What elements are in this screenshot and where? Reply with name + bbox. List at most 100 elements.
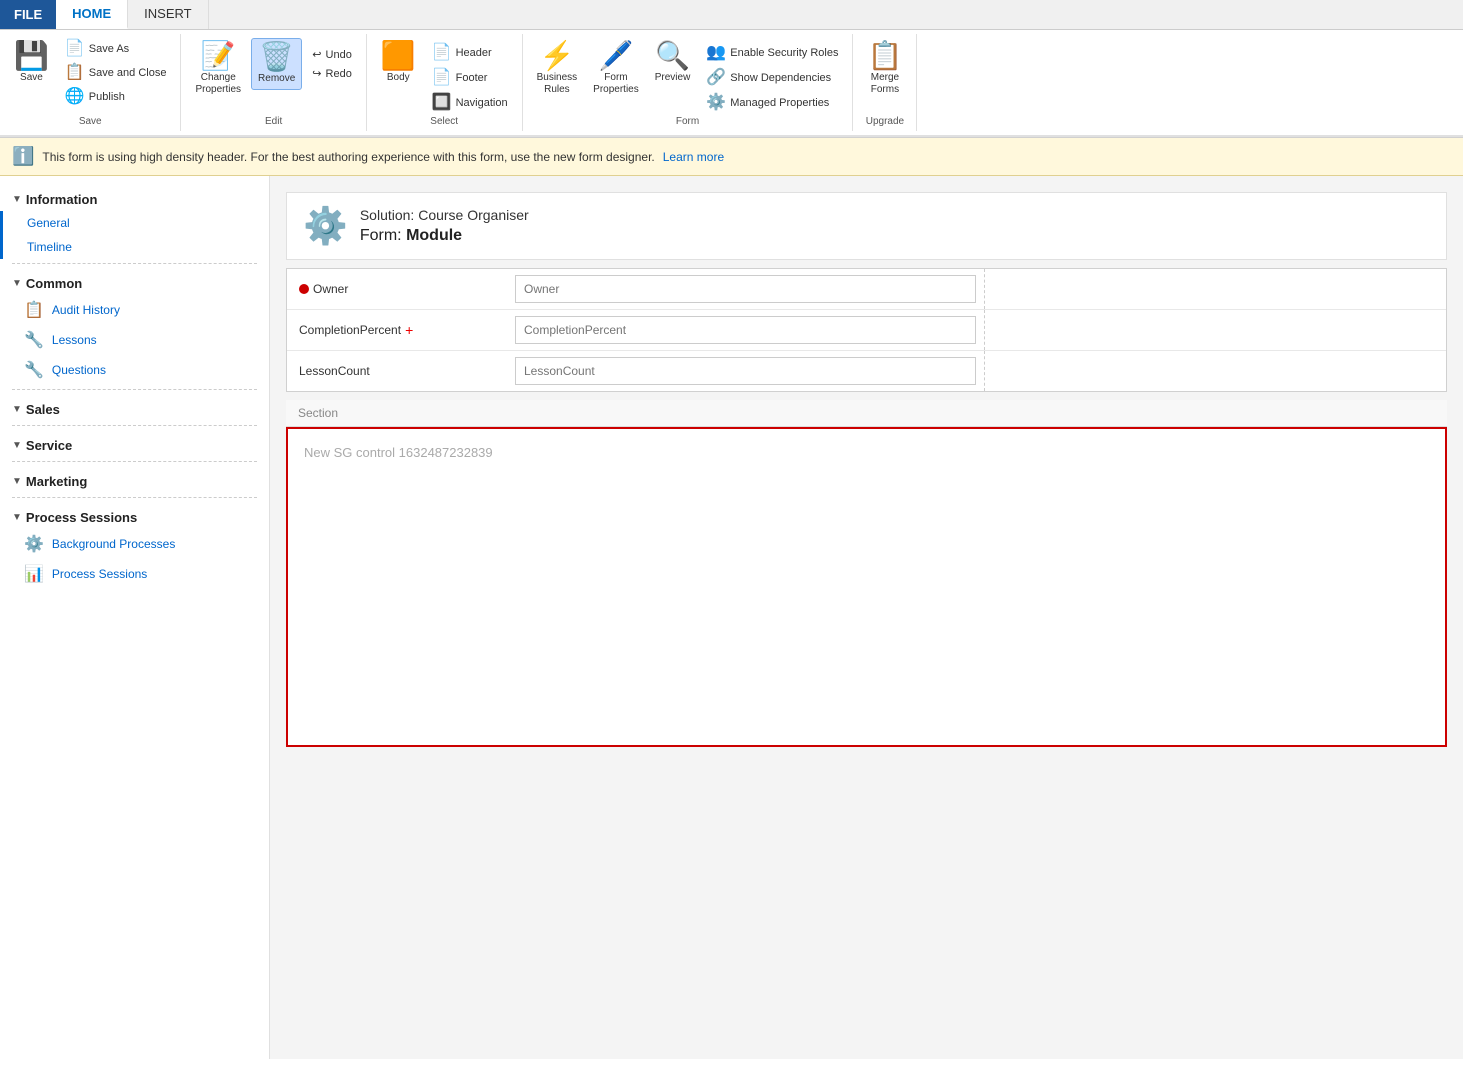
footer-button[interactable]: 📄 Footer xyxy=(426,67,514,89)
lesson-count-right xyxy=(984,351,1446,391)
show-dependencies-label: Show Dependencies xyxy=(730,72,831,84)
managed-properties-label: Managed Properties xyxy=(730,97,829,109)
form-name-title: Form: Module xyxy=(360,227,529,245)
info-bar: ℹ️ This form is using high density heade… xyxy=(0,138,1463,176)
background-processes-label: Background Processes xyxy=(52,537,175,551)
edit-group: 📝 Change Properties 🗑️ Remove ↩ Undo ↪ R… xyxy=(181,34,366,131)
redo-button[interactable]: ↪ Redo xyxy=(306,65,358,82)
section-label: Section xyxy=(298,406,338,420)
collapse-marketing-icon[interactable]: ▼ xyxy=(12,476,22,487)
redo-icon: ↪ xyxy=(312,67,321,80)
show-dependencies-button[interactable]: 🔗 Show Dependencies xyxy=(700,67,844,89)
form-properties-button[interactable]: 🖊️ Form Properties xyxy=(587,38,645,100)
remove-label: Remove xyxy=(258,73,295,85)
completion-percent-right xyxy=(984,310,1446,350)
sg-control-box[interactable]: New SG control 1632487232839 xyxy=(286,427,1447,747)
table-row: CompletionPercent + xyxy=(287,310,1446,351)
sidebar-item-general[interactable]: General xyxy=(0,211,269,235)
sidebar-section-common-label: Common xyxy=(26,276,82,291)
navigation-button[interactable]: 🔲 Navigation xyxy=(426,92,514,114)
save-group: 💾 Save 📄 Save As 📋 Save and Close 🌐 Publ… xyxy=(0,34,181,131)
lesson-count-field xyxy=(507,351,984,391)
file-tab[interactable]: FILE xyxy=(0,0,56,29)
sidebar-item-lessons[interactable]: 🔧 Lessons xyxy=(0,325,269,355)
remove-icon: 🗑️ xyxy=(259,43,294,71)
lessons-icon: 🔧 xyxy=(24,330,44,350)
process-sessions-label: Process Sessions xyxy=(52,567,147,581)
change-properties-label: Change Properties xyxy=(195,72,241,96)
collapse-process-icon[interactable]: ▼ xyxy=(12,512,22,523)
enable-security-button[interactable]: 👥 Enable Security Roles xyxy=(700,42,844,64)
completion-percent-field xyxy=(507,310,984,350)
sidebar-section-process-sessions: ▼ Process Sessions xyxy=(0,502,269,529)
preview-button[interactable]: 🔍 Preview xyxy=(649,38,697,88)
sidebar-item-background-processes[interactable]: ⚙️ Background Processes xyxy=(0,529,269,559)
publish-button[interactable]: 🌐 Publish xyxy=(59,86,173,108)
edit-group-label: Edit xyxy=(189,114,357,127)
publish-label: Publish xyxy=(89,91,125,103)
owner-input[interactable] xyxy=(515,275,976,303)
redo-label: Redo xyxy=(326,68,352,80)
general-label: General xyxy=(27,216,70,230)
managed-properties-button[interactable]: ⚙️ Managed Properties xyxy=(700,92,844,114)
section-label-bar: Section xyxy=(286,400,1447,427)
sidebar-section-information-label: Information xyxy=(26,192,98,207)
background-processes-icon: ⚙️ xyxy=(24,534,44,554)
navigation-icon: 🔲 xyxy=(432,95,452,111)
sidebar-item-timeline[interactable]: Timeline xyxy=(0,235,269,259)
lesson-count-input[interactable] xyxy=(515,357,976,385)
select-group-label: Select xyxy=(375,114,514,127)
remove-button[interactable]: 🗑️ Remove xyxy=(251,38,302,90)
form-fields-section: Owner CompletionPercent + xyxy=(286,268,1447,392)
change-properties-button[interactable]: 📝 Change Properties xyxy=(189,38,247,100)
save-close-label: Save and Close xyxy=(89,67,167,79)
show-dependencies-icon: 🔗 xyxy=(706,70,726,86)
form-group-label: Form xyxy=(531,114,845,127)
save-button[interactable]: 💾 Save xyxy=(8,38,55,88)
sidebar-section-common: ▼ Common xyxy=(0,268,269,295)
body-label: Body xyxy=(387,72,410,84)
sidebar-item-questions[interactable]: 🔧 Questions xyxy=(0,355,269,385)
sidebar-section-marketing-label: Marketing xyxy=(26,474,87,489)
merge-forms-icon: 📋 xyxy=(867,42,902,70)
info-message: This form is using high density header. … xyxy=(42,150,654,164)
collapse-sales-icon[interactable]: ▼ xyxy=(12,404,22,415)
collapse-information-icon[interactable]: ▼ xyxy=(12,194,22,205)
merge-forms-button[interactable]: 📋 Merge Forms xyxy=(861,38,908,100)
owner-label: Owner xyxy=(287,269,507,309)
enable-security-icon: 👥 xyxy=(706,45,726,61)
enable-security-label: Enable Security Roles xyxy=(730,47,838,59)
body-button[interactable]: 🟧 Body xyxy=(375,38,422,88)
sidebar: ▼ Information General Timeline ▼ Common … xyxy=(0,176,270,1059)
form-properties-icon: 🖊️ xyxy=(599,42,634,70)
business-rules-button[interactable]: ⚡ Business Rules xyxy=(531,38,584,100)
owner-right-field xyxy=(984,269,1446,309)
save-as-button[interactable]: 📄 Save As xyxy=(59,38,173,60)
business-rules-label: Business Rules xyxy=(537,72,578,96)
sg-control-label: New SG control 1632487232839 xyxy=(304,445,493,460)
save-close-button[interactable]: 📋 Save and Close xyxy=(59,62,173,84)
sidebar-item-audit-history[interactable]: 📋 Audit History xyxy=(0,295,269,325)
collapse-common-icon[interactable]: ▼ xyxy=(12,278,22,289)
save-as-icon: 📄 xyxy=(65,41,85,57)
publish-icon: 🌐 xyxy=(65,89,85,105)
sidebar-item-process-sessions[interactable]: 📊 Process Sessions xyxy=(0,559,269,589)
save-close-icon: 📋 xyxy=(65,65,85,81)
home-tab[interactable]: HOME xyxy=(56,0,128,29)
footer-icon: 📄 xyxy=(432,70,452,86)
collapse-service-icon[interactable]: ▼ xyxy=(12,440,22,451)
sidebar-section-marketing: ▼ Marketing xyxy=(0,466,269,493)
sidebar-section-service-label: Service xyxy=(26,438,72,453)
lessons-label: Lessons xyxy=(52,333,97,347)
sidebar-section-process-sessions-label: Process Sessions xyxy=(26,510,137,525)
undo-button[interactable]: ↩ Undo xyxy=(306,46,358,63)
audit-history-label: Audit History xyxy=(52,303,120,317)
table-row: LessonCount xyxy=(287,351,1446,391)
preview-label: Preview xyxy=(655,72,691,84)
table-row: Owner xyxy=(287,269,1446,310)
learn-more-link[interactable]: Learn more xyxy=(663,150,724,164)
form-header: ⚙️ Solution: Course Organiser Form: Modu… xyxy=(286,192,1447,260)
header-button[interactable]: 📄 Header xyxy=(426,42,514,64)
insert-tab[interactable]: INSERT xyxy=(128,0,208,29)
completion-percent-input[interactable] xyxy=(515,316,976,344)
